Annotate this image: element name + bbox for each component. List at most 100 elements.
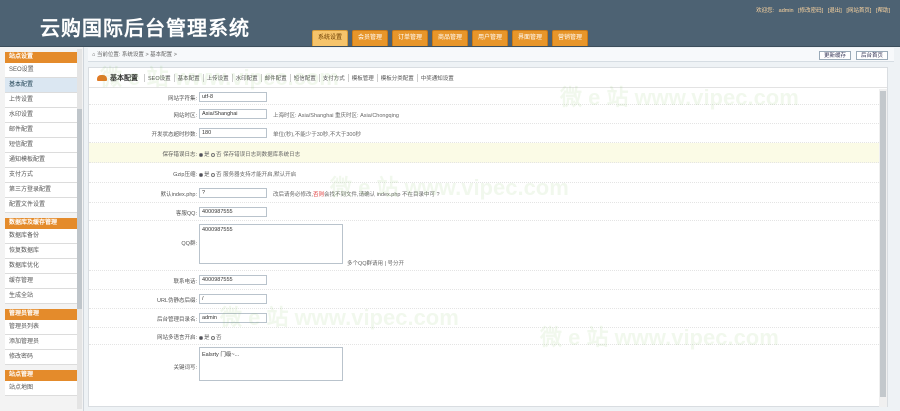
- keywords-label: 关键词写:: [173, 365, 197, 371]
- sidebar-item-generate-site[interactable]: 生成全站: [5, 289, 78, 304]
- sidebar-item-config-file[interactable]: 配置文件设置: [5, 198, 78, 213]
- change-password-link[interactable]: [修改密码]: [798, 8, 823, 14]
- gzip-label: Gzip压缩:: [173, 172, 197, 178]
- row-keywords: 关键词写: Ealsrty 门级~...: [89, 345, 879, 385]
- username-link[interactable]: admin: [779, 8, 794, 14]
- sidebar-item-email[interactable]: 邮件配置: [5, 123, 78, 138]
- sidebar-item-add-admin[interactable]: 添加管理员: [5, 335, 78, 350]
- tab-marketing[interactable]: 营销管理: [552, 30, 588, 46]
- sidebar-group-title[interactable]: 数据库及缓存管理: [5, 218, 78, 229]
- keywords-textarea[interactable]: Ealsrty 门级~...: [199, 347, 343, 381]
- qq-label: 客服QQ:: [175, 211, 197, 217]
- row-timezone: 网站时区: Asia/Shanghai 上海时区: Asia/Shanghai …: [89, 105, 879, 124]
- subtab-email[interactable]: 邮件配置: [260, 73, 290, 82]
- gzip-radios: 是 否 服务器支持才能开启,默认开启: [199, 170, 296, 178]
- top-header: 云购国际后台管理系统 欢迎您: admin [修改密码] [退出] [网站首页]…: [0, 0, 900, 47]
- sidebar-scrollbar[interactable]: [77, 49, 82, 409]
- gzip-no-radio[interactable]: [211, 172, 216, 177]
- sidebar-item-payment[interactable]: 支付方式: [5, 168, 78, 183]
- qq-input[interactable]: 4000987555: [199, 207, 267, 217]
- panel-header: 基本配置 SEO设置 基本配置 上传设置 水印配置 邮件配置 短信配置 支付方式…: [89, 68, 887, 88]
- sidebar-item-cache[interactable]: 缓存管理: [5, 274, 78, 289]
- sidebar-group-title[interactable]: 站点管理: [5, 370, 78, 381]
- sidebar-item-db-restore[interactable]: 恢复数据库: [5, 244, 78, 259]
- qq-group-hint: 多个QQ群请用 | 号分开: [347, 261, 405, 267]
- row-index-name: 默认index.php: ? 改后请务必修改,否则会找不到文件,请确认 inde…: [89, 183, 879, 203]
- sidebar-item-admin-list[interactable]: 管理员列表: [5, 320, 78, 335]
- sidebar-item-sms[interactable]: 短信配置: [5, 138, 78, 153]
- breadcrumb-text: 当前位置: 系统设置 > 基本配置 >: [96, 52, 177, 58]
- subtab-seo[interactable]: SEO设置: [144, 73, 174, 82]
- error-log-yes-radio[interactable]: [199, 152, 203, 157]
- user-bar: 欢迎您: admin [修改密码] [退出] [网站首页] [帮助]: [753, 6, 890, 14]
- gzip-yes-label: 是: [204, 172, 210, 178]
- subtab-template[interactable]: 模板管理: [347, 73, 377, 82]
- sidebar-item-seo[interactable]: SEO设置: [5, 63, 78, 78]
- lang-pack-yes-radio[interactable]: [199, 335, 203, 340]
- gzip-no-label: 否: [216, 172, 222, 178]
- sidebar-item-notify-template[interactable]: 通知模板配置: [5, 153, 78, 168]
- index-name-hint-post: 会找不到文件,请确认 index.php 不在目录中可 ?: [324, 192, 440, 198]
- qq-group-textarea[interactable]: 4000987555: [199, 224, 343, 264]
- row-url-suffix: URL伪静态后缀: /: [89, 290, 879, 309]
- url-suffix-label: URL伪静态后缀:: [156, 298, 197, 304]
- sidebar-item-db-optimize[interactable]: 数据库优化: [5, 259, 78, 274]
- admin-home-button[interactable]: 后台首页: [855, 51, 888, 60]
- sidebar-group-title[interactable]: 管理员管理: [5, 309, 78, 320]
- subtab-basic[interactable]: 基本配置: [173, 73, 203, 82]
- sidebar-item-sitemap[interactable]: 站点地图: [5, 381, 78, 396]
- tab-members[interactable]: 会员管理: [352, 30, 388, 46]
- sidebar-item-basic-config[interactable]: 基本配置: [5, 78, 78, 93]
- help-link[interactable]: [帮助]: [876, 8, 890, 14]
- sidebar-group-title[interactable]: 站点设置: [5, 52, 78, 63]
- refresh-cache-button[interactable]: 更新缓存: [818, 51, 851, 60]
- logout-link[interactable]: [退出]: [828, 8, 842, 14]
- lang-pack-no-radio[interactable]: [211, 335, 216, 340]
- admin-dir-input[interactable]: admin: [199, 313, 267, 323]
- lang-pack-yes-label: 是: [204, 335, 210, 341]
- charset-label: 网站字符集:: [167, 96, 197, 102]
- panel-title: 基本配置: [110, 74, 138, 82]
- sidebar-item-upload[interactable]: 上传设置: [5, 93, 78, 108]
- lang-pack-label: 网站多语言开启:: [156, 335, 197, 341]
- tab-system-settings[interactable]: 系统设置: [312, 30, 348, 46]
- error-log-no-label: 否: [216, 152, 222, 158]
- error-log-label: 保存错误日志:: [162, 152, 197, 158]
- sidebar-item-db-backup[interactable]: 数据库备份: [5, 229, 78, 244]
- timezone-label: 网站时区:: [173, 113, 197, 119]
- subtab-payment[interactable]: 支付方式: [318, 73, 348, 82]
- panel-scrollbar[interactable]: [879, 89, 887, 407]
- sidebar-item-change-password[interactable]: 修改密码: [5, 350, 78, 365]
- subtab-upload[interactable]: 上传设置: [202, 73, 232, 82]
- row-phone: 联系电话: 4000987555: [89, 271, 879, 290]
- panel-scroll-thumb[interactable]: [880, 91, 886, 397]
- subtab-winning-notify[interactable]: 中奖通知设置: [416, 73, 457, 82]
- timezone-input[interactable]: Asia/Shanghai: [199, 109, 267, 119]
- timeout-hint: 单位(秒),不能少于30秒,不大于300秒: [273, 132, 362, 138]
- index-name-input[interactable]: ?: [199, 188, 267, 198]
- cloud-icon: [97, 74, 107, 81]
- sidebar-group-site: 站点设置 SEO设置 基本配置 上传设置 水印设置 邮件配置 短信配置 通知模板…: [5, 52, 78, 213]
- sidebar-scroll-thumb[interactable]: [77, 109, 82, 309]
- charset-input[interactable]: utf-8: [199, 92, 267, 102]
- subtab-sms[interactable]: 短信配置: [289, 73, 319, 82]
- tab-interface[interactable]: 界面管理: [512, 30, 548, 46]
- index-name-hint-pre: 改后请务必修改,: [273, 192, 314, 198]
- sidebar: 站点设置 SEO设置 基本配置 上传设置 水印设置 邮件配置 短信配置 通知模板…: [0, 47, 84, 411]
- phone-input[interactable]: 4000987555: [199, 275, 267, 285]
- subtab-watermark[interactable]: 水印配置: [231, 73, 261, 82]
- timeout-input[interactable]: 180: [199, 128, 267, 138]
- tab-users[interactable]: 用户管理: [472, 30, 508, 46]
- gzip-yes-radio[interactable]: [199, 172, 203, 177]
- tab-orders[interactable]: 订单管理: [392, 30, 428, 46]
- sidebar-item-third-login[interactable]: 第三方登录配置: [5, 183, 78, 198]
- row-qq: 客服QQ: 4000987555: [89, 203, 879, 221]
- sidebar-item-watermark[interactable]: 水印设置: [5, 108, 78, 123]
- tab-products[interactable]: 商品管理: [432, 30, 468, 46]
- subtab-template-category[interactable]: 模板分类配置: [376, 73, 417, 82]
- error-log-no-radio[interactable]: [211, 152, 216, 157]
- site-home-link[interactable]: [网站首页]: [846, 8, 871, 14]
- url-suffix-input[interactable]: /: [199, 294, 267, 304]
- error-log-yes-label: 是: [204, 152, 210, 158]
- sidebar-group-database: 数据库及缓存管理 数据库备份 恢复数据库 数据库优化 缓存管理 生成全站: [5, 218, 78, 304]
